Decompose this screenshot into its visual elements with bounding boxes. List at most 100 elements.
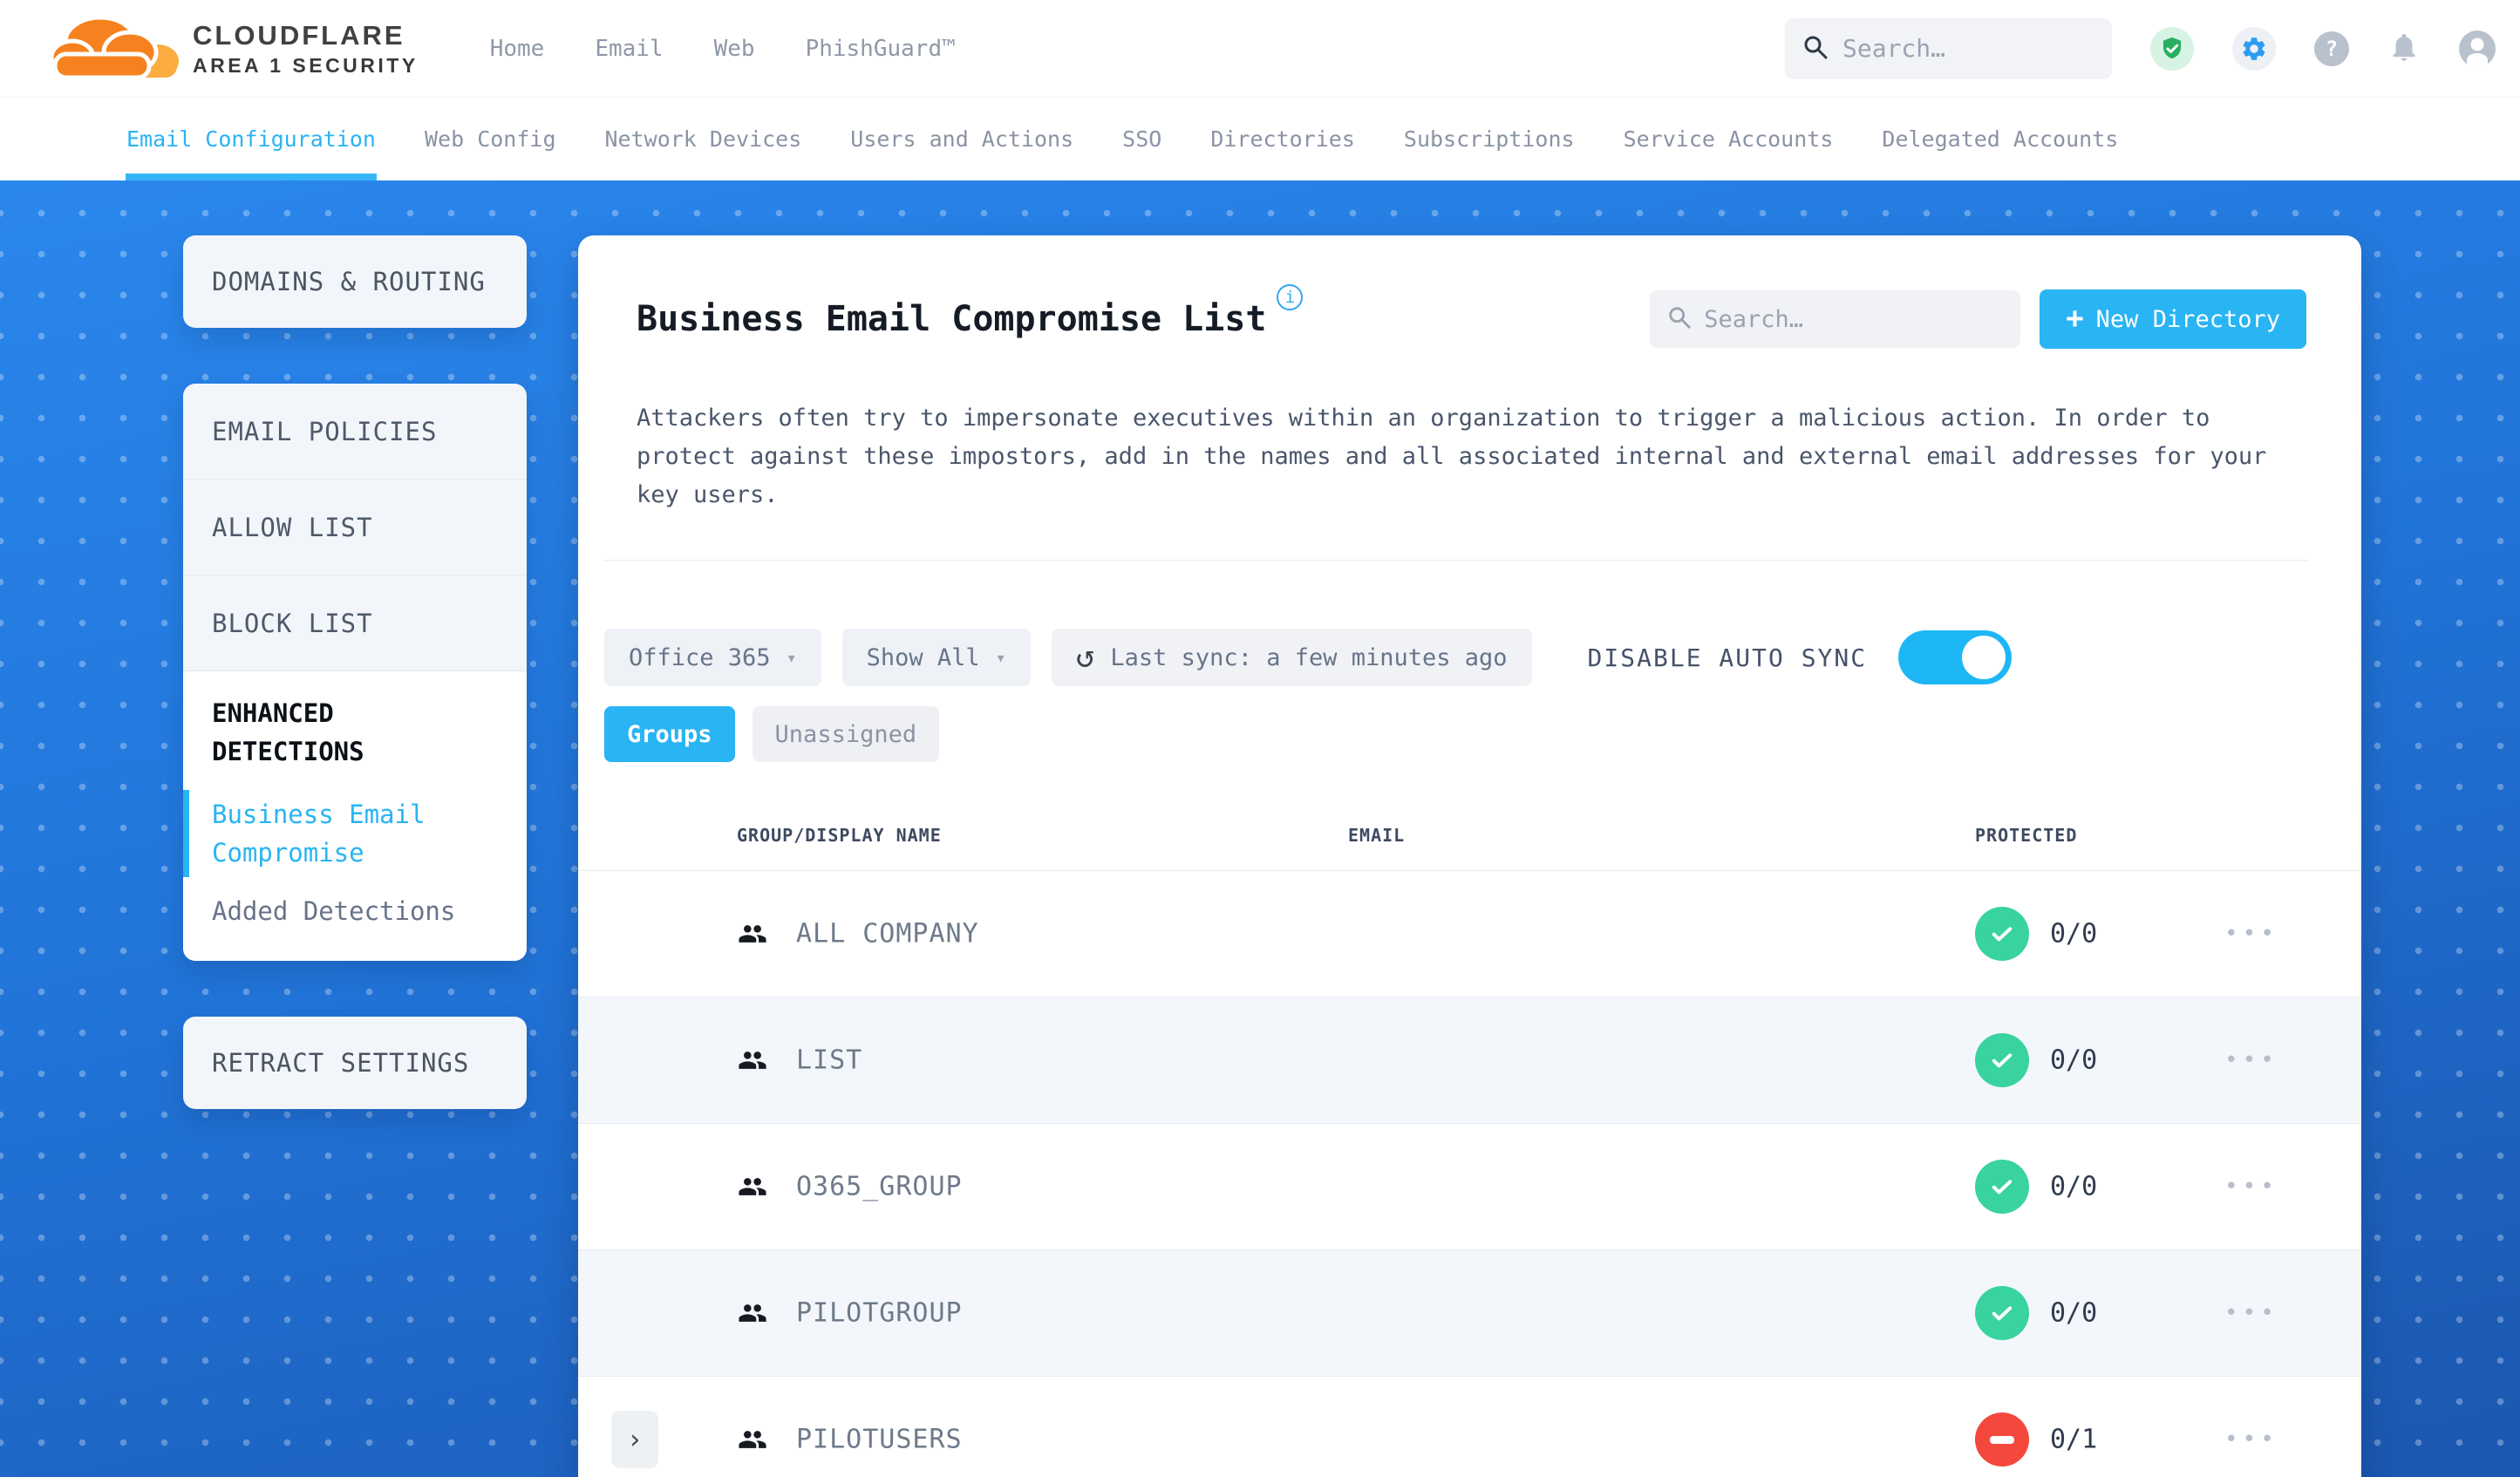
column-email: EMAIL <box>1348 825 1406 846</box>
protected-status-badge <box>1975 1160 2029 1214</box>
question-mark-glyph: ? <box>2325 36 2339 61</box>
protected-count: 0/0 <box>2050 918 2098 950</box>
list-search[interactable] <box>1650 290 2021 348</box>
row-menu-icon[interactable]: ••• <box>2224 921 2278 947</box>
last-sync-text: Last sync: a few minutes ago <box>1110 643 1508 671</box>
show-filter-select[interactable]: Show All ▾ <box>841 629 1031 686</box>
tab-sso[interactable]: SSO <box>1122 98 1161 180</box>
user-avatar[interactable] <box>2459 30 2496 67</box>
row-menu-icon[interactable]: ••• <box>2224 1300 2278 1326</box>
groups-table: GROUP/DISPLAY NAME EMAIL PROTECTED › ALL… <box>578 809 2361 1477</box>
tab-users-and-actions[interactable]: Users and Actions <box>850 98 1073 180</box>
caret-down-icon: ▾ <box>995 647 1006 668</box>
sidebar-item-block-list[interactable]: BLOCK LIST <box>183 575 527 671</box>
sidebar-item-enhanced-detections[interactable]: ENHANCED DETECTIONS <box>212 694 447 771</box>
protection-status-icon[interactable] <box>2150 26 2194 71</box>
row-menu-icon[interactable]: ••• <box>2224 1047 2278 1073</box>
caret-down-icon: ▾ <box>786 647 797 668</box>
tab-service-accounts[interactable]: Service Accounts <box>1624 98 1834 180</box>
tab-web-config[interactable]: Web Config <box>425 98 556 180</box>
last-sync-status[interactable]: ↺ Last sync: a few minutes ago <box>1051 629 1532 686</box>
group-people-icon <box>735 1425 770 1454</box>
page-title: Business Email Compromise List <box>637 299 1267 339</box>
main-card: Business Email Compromise List i + New D… <box>578 235 2361 1477</box>
table-row: › PILOTGROUP 0/0 ••• <box>578 1249 2361 1376</box>
row-menu-icon[interactable]: ••• <box>2224 1174 2278 1200</box>
global-search[interactable] <box>1785 17 2112 79</box>
card-header: Business Email Compromise List i + New D… <box>637 284 2306 349</box>
protected-count: 0/1 <box>2050 1424 2098 1455</box>
row-menu-icon[interactable]: ••• <box>2224 1426 2278 1453</box>
new-directory-button[interactable]: + New Directory <box>2040 289 2306 349</box>
auto-sync-label: DISABLE AUTO SYNC <box>1587 643 1868 672</box>
directory-select-value: Office 365 <box>629 643 771 671</box>
protected-status-badge <box>1975 907 2029 961</box>
sidebar-item-retract-settings[interactable]: RETRACT SETTINGS <box>183 1017 527 1109</box>
cloudflare-logo[interactable]: CLOUDFLARE AREA 1 SECURITY <box>48 9 419 89</box>
group-people-icon <box>735 1298 770 1328</box>
search-icon <box>1802 34 1829 64</box>
page-description: Attackers often try to impersonate execu… <box>637 405 2267 508</box>
top-bar-right: ? <box>1785 17 2496 79</box>
new-directory-label: New Directory <box>2095 305 2280 333</box>
sidebar-item-business-email-compromise[interactable]: Business Email Compromise <box>183 790 447 877</box>
tab-delegated-accounts[interactable]: Delegated Accounts <box>1882 98 2118 180</box>
group-name: PILOTGROUP <box>796 1297 963 1329</box>
directory-select[interactable]: Office 365 ▾ <box>604 629 821 686</box>
expand-chevron-icon[interactable]: › <box>611 1411 658 1468</box>
sidebar: DOMAINS & ROUTING EMAIL POLICIES ALLOW L… <box>183 235 527 1109</box>
group-name: LIST <box>796 1045 863 1076</box>
global-search-input[interactable] <box>1842 34 2094 63</box>
sidebar-section-enhanced-detections: ENHANCED DETECTIONS Business Email Compr… <box>183 671 527 961</box>
table-row: › PILOTUSERS 0/1 ••• <box>578 1376 2361 1477</box>
help-icon[interactable]: ? <box>2314 31 2349 66</box>
column-protected: PROTECTED <box>1975 825 2078 846</box>
group-people-icon <box>735 1172 770 1201</box>
protected-status-badge <box>1975 1286 2029 1340</box>
nav-phishguard[interactable]: PhishGuard™ <box>806 36 956 62</box>
sidebar-item-allow-list[interactable]: ALLOW LIST <box>183 480 527 575</box>
filters-row: Office 365 ▾ Show All ▾ ↺ Last sync: a f… <box>604 629 2293 686</box>
sidebar-item-domains-routing[interactable]: DOMAINS & ROUTING <box>183 235 527 328</box>
nav-home[interactable]: Home <box>490 36 545 62</box>
group-people-icon <box>735 1045 770 1075</box>
table-row: › LIST 0/0 ••• <box>578 997 2361 1123</box>
logo-text: CLOUDFLARE AREA 1 SECURITY <box>193 20 419 78</box>
protected-count: 0/0 <box>2050 1171 2098 1202</box>
show-filter-value: Show All <box>866 643 980 671</box>
config-nav: Email Configuration Web Config Network D… <box>0 98 2520 180</box>
logo-line2: AREA 1 SECURITY <box>193 53 419 77</box>
page-background: DOMAINS & ROUTING EMAIL POLICIES ALLOW L… <box>0 180 2520 1477</box>
tab-unassigned[interactable]: Unassigned <box>752 706 940 762</box>
logo-line1: CLOUDFLARE <box>193 19 405 51</box>
nav-email[interactable]: Email <box>595 36 663 62</box>
protected-status-badge <box>1975 1412 2029 1467</box>
protected-count: 0/0 <box>2050 1045 2098 1076</box>
table-row: › O365_GROUP 0/0 ••• <box>578 1123 2361 1249</box>
table-row: › ALL COMPANY 0/0 ••• <box>578 870 2361 997</box>
column-group-display-name: GROUP/DISPLAY NAME <box>737 825 942 846</box>
sidebar-item-email-policies[interactable]: EMAIL POLICIES <box>183 384 527 480</box>
protected-count: 0/0 <box>2050 1297 2098 1329</box>
tab-groups[interactable]: Groups <box>604 706 735 762</box>
list-search-input[interactable] <box>1704 305 2004 333</box>
tab-directories[interactable]: Directories <box>1210 98 1355 180</box>
top-nav: Home Email Web PhishGuard™ <box>490 36 956 62</box>
tab-subscriptions[interactable]: Subscriptions <box>1404 98 1575 180</box>
tab-email-configuration[interactable]: Email Configuration <box>126 98 377 180</box>
auto-sync-toggle[interactable] <box>1898 630 2013 684</box>
card-header-actions: + New Directory <box>1650 289 2306 349</box>
notifications-bell-icon[interactable] <box>2387 31 2421 67</box>
table-header: GROUP/DISPLAY NAME EMAIL PROTECTED <box>578 809 2361 870</box>
settings-gear-icon[interactable] <box>2232 26 2276 71</box>
sidebar-item-added-detections[interactable]: Added Detections <box>212 896 498 926</box>
sidebar-policies-card: EMAIL POLICIES ALLOW LIST BLOCK LIST ENH… <box>183 384 527 961</box>
info-icon[interactable]: i <box>1277 284 1304 310</box>
tab-network-devices[interactable]: Network Devices <box>605 98 802 180</box>
nav-web[interactable]: Web <box>714 36 755 62</box>
plus-icon: + <box>2066 300 2084 336</box>
group-name: O365_GROUP <box>796 1171 963 1202</box>
group-people-icon <box>735 919 770 949</box>
